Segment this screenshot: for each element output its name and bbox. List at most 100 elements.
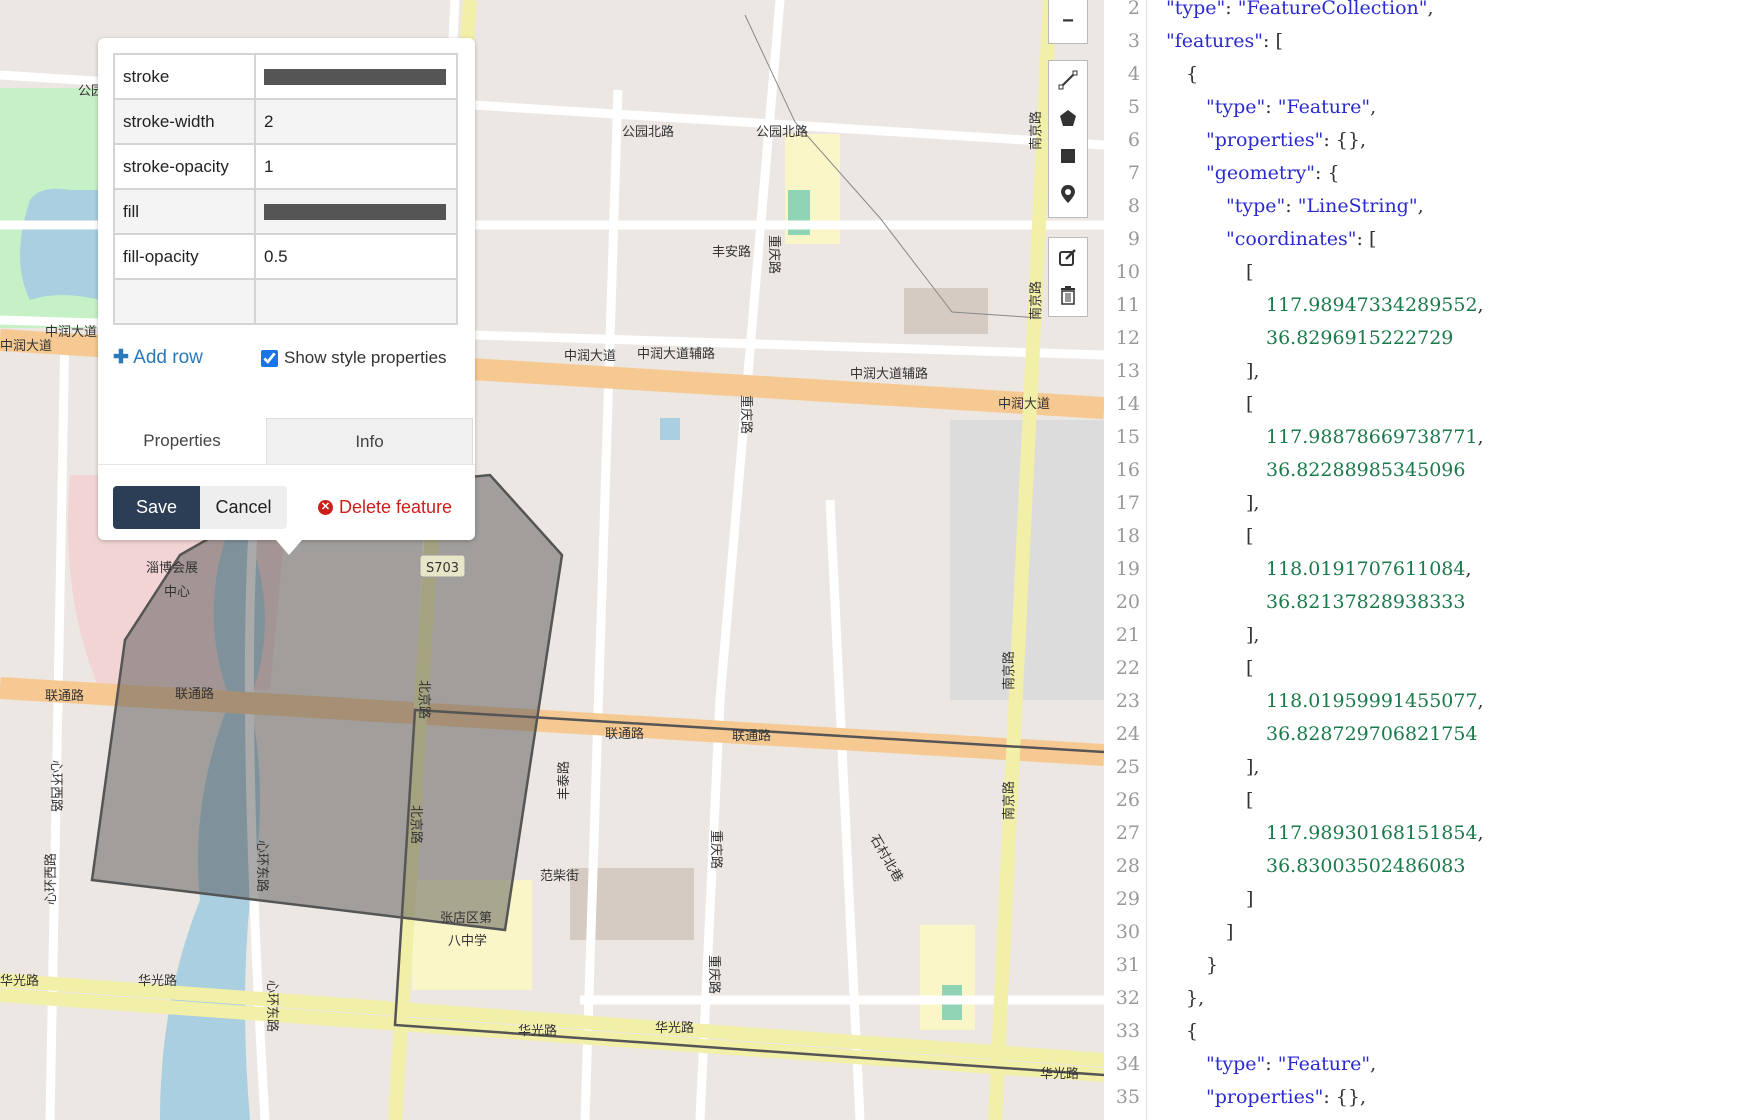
property-key-field[interactable]: stroke-width xyxy=(113,98,256,145)
road-label: 联通路 xyxy=(732,728,771,744)
code-text: 117.98878669738771, xyxy=(1266,421,1484,454)
properties-table: stroke stroke-width 2 stroke-opacity 1 fill fi… xyxy=(113,53,458,325)
route-shield-label: S703 xyxy=(426,561,459,576)
property-row: fill xyxy=(113,188,458,235)
code-token-p: , xyxy=(1477,822,1484,844)
code-text: "type": "FeatureCollection", xyxy=(1166,0,1434,25)
draw-polygon-button[interactable] xyxy=(1049,99,1087,137)
line-number: 16 xyxy=(1115,459,1140,481)
property-row: stroke-width 2 xyxy=(113,98,458,145)
code-token-num: 36.8296915222729 xyxy=(1266,327,1454,349)
code-token-p: , xyxy=(1477,426,1484,448)
road-label: 心环东路 xyxy=(264,980,280,1032)
property-key-field[interactable]: stroke xyxy=(113,53,256,100)
property-value-field[interactable] xyxy=(254,188,458,235)
road-label: 中润大道辅路 xyxy=(637,346,715,362)
popup-tip xyxy=(276,540,302,555)
tab-properties[interactable]: Properties xyxy=(98,418,266,464)
line-number: 18 xyxy=(1115,525,1140,547)
poi-label: 八中学 xyxy=(448,933,487,949)
line-number: 31 xyxy=(1115,954,1140,976)
code-token-num: 36.83003502486083 xyxy=(1266,855,1466,877)
code-token-p: , xyxy=(1427,0,1434,19)
polyline-icon xyxy=(1058,70,1078,90)
trash-icon xyxy=(1061,286,1075,305)
line-number: 27 xyxy=(1115,822,1140,844)
road-label: 中润大道 xyxy=(564,349,616,364)
code-text: [ xyxy=(1246,388,1253,421)
color-swatch[interactable] xyxy=(264,68,446,85)
road-label: 南京路 xyxy=(1028,281,1044,320)
zoom-out-button[interactable]: − xyxy=(1049,0,1087,43)
code-text: [ xyxy=(1246,652,1253,685)
code-text: "type": "Feature", xyxy=(1206,1048,1376,1081)
edit-icon xyxy=(1059,249,1076,266)
code-token-str: "Feature" xyxy=(1277,1053,1371,1075)
line-number: 20 xyxy=(1115,591,1140,613)
code-token-p: ], xyxy=(1246,492,1260,514)
code-text: 36.828729706821754 xyxy=(1266,718,1478,751)
road-label: 丰安路 xyxy=(712,244,751,260)
property-value-field[interactable] xyxy=(254,53,458,100)
code-text: }, xyxy=(1186,982,1204,1015)
property-key-field[interactable]: fill-opacity xyxy=(113,233,256,280)
property-row xyxy=(113,278,458,325)
delete-circle-icon: ✕ xyxy=(318,500,333,515)
add-row-label: Add row xyxy=(133,347,203,368)
code-token-p: [ xyxy=(1246,789,1254,811)
code-text: "properties": {}, xyxy=(1206,124,1366,157)
property-value-field[interactable]: 0.5 xyxy=(254,233,458,280)
add-row-button[interactable]: ✚ Add row xyxy=(113,343,203,373)
color-swatch[interactable] xyxy=(264,203,446,220)
tab-info[interactable]: Info xyxy=(266,418,473,464)
line-number: 17 xyxy=(1115,492,1140,514)
property-value-field[interactable]: 2 xyxy=(254,98,458,145)
code-token-num: 117.98947334289552 xyxy=(1266,294,1478,316)
property-value-field[interactable]: 1 xyxy=(254,143,458,190)
delete-layers-button[interactable] xyxy=(1049,276,1087,314)
road-label: 心环东路 xyxy=(254,840,270,892)
delete-feature-button[interactable]: ✕ Delete feature xyxy=(318,486,452,529)
draw-marker-button[interactable] xyxy=(1049,175,1087,213)
draw-toolbar xyxy=(1048,60,1088,218)
property-key-field[interactable] xyxy=(113,278,256,325)
property-key-field[interactable]: stroke-opacity xyxy=(113,143,256,190)
road-label: 心环西路 xyxy=(43,853,59,905)
code-token-num: 118.0191707611084 xyxy=(1266,558,1466,580)
code-token-p: } xyxy=(1206,954,1219,976)
line-number: 19 xyxy=(1115,558,1140,580)
code-text: "geometry": { xyxy=(1206,157,1340,190)
road-label: 重庆路 xyxy=(706,955,722,994)
code-token-p: , xyxy=(1370,1053,1377,1075)
draw-rectangle-button[interactable] xyxy=(1049,137,1087,175)
code-text: "coordinates": [ xyxy=(1226,223,1376,256)
road-label: 石村北巷 xyxy=(867,833,906,886)
road-label: 联通路 xyxy=(45,688,84,704)
map-view[interactable]: 公园 公园北路 公园北路 丰安路 中润大道 中润大道 中润大道 中润大道 中润大… xyxy=(0,0,1104,1120)
line-number: 5 xyxy=(1127,96,1140,118)
code-token-p: [ xyxy=(1246,525,1254,547)
code-text: 117.98930168151854, xyxy=(1266,817,1484,850)
edit-layers-button[interactable] xyxy=(1049,238,1087,276)
save-button[interactable]: Save xyxy=(113,486,200,529)
cancel-button[interactable]: Cancel xyxy=(200,486,287,529)
code-text: } xyxy=(1206,949,1218,982)
code-text: ] xyxy=(1246,883,1253,916)
road-label: 南京路 xyxy=(1001,781,1017,820)
geojson-code-editor[interactable]: 2 "type": "FeatureCollection", 3 "features"… xyxy=(1104,0,1738,1120)
line-number: 30 xyxy=(1115,921,1140,943)
code-token-p: : xyxy=(1265,1053,1278,1075)
code-token-p: { xyxy=(1186,1020,1199,1042)
property-value-field[interactable] xyxy=(254,278,458,325)
road-label: 公园北路 xyxy=(622,124,674,140)
property-key-field[interactable]: fill xyxy=(113,188,256,235)
draw-line-button[interactable] xyxy=(1049,61,1087,99)
road-label: 南京路 xyxy=(1028,111,1044,150)
code-token-p: [ xyxy=(1246,261,1254,283)
code-token-p: [ xyxy=(1246,393,1254,415)
code-text: 36.82288985345096 xyxy=(1266,454,1465,487)
code-token-p: ], xyxy=(1246,756,1260,778)
show-style-properties-toggle[interactable]: Show style properties xyxy=(261,348,447,368)
show-style-checkbox[interactable] xyxy=(261,349,278,367)
code-text: [ xyxy=(1246,520,1253,553)
